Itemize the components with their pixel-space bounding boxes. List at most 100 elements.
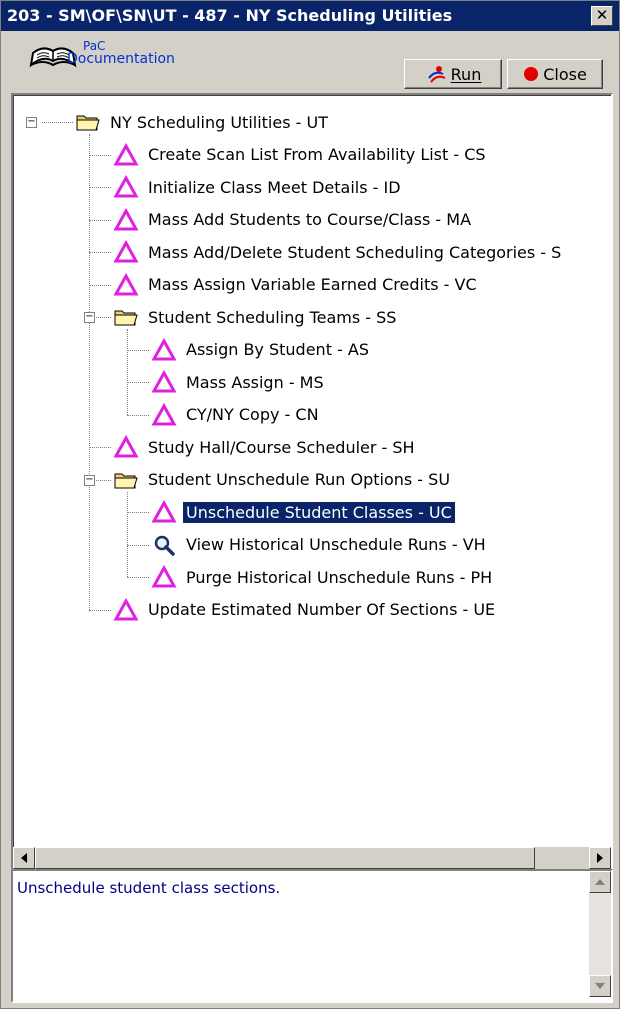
tree-item-label: Mass Assign Variable Earned Credits - VC: [148, 275, 477, 294]
magnifier-icon: [154, 535, 175, 556]
vertical-scrollbar[interactable]: [589, 871, 611, 997]
triangle-icon: [151, 500, 177, 523]
tree-connector-h: [89, 447, 111, 448]
tree-connector-h: [89, 154, 111, 156]
arrow-up-icon: [595, 879, 605, 885]
tree-connector-h: [89, 219, 111, 221]
tree-folder[interactable]: Student Scheduling Teams - SS: [113, 302, 399, 332]
tree-connector-v: [127, 491, 128, 577]
tree-connector-h: [127, 544, 149, 546]
toolbar: PaC Documentation Run Close: [1, 31, 619, 91]
tree-item-label: Purge Historical Unschedule Runs - PH: [186, 567, 493, 587]
scroll-left-button[interactable]: [13, 847, 35, 869]
tree-icon-slot: [113, 305, 139, 329]
tree-item[interactable]: Update Estimated Number Of Sections - UE: [113, 595, 498, 625]
description-panel: Unschedule student class sections.: [11, 869, 613, 1003]
tree-icon-slot: [151, 370, 177, 394]
scroll-down-button[interactable]: [589, 975, 611, 997]
tree-item-label: Mass Assign - MS: [186, 372, 324, 392]
tree-connector-h: [127, 382, 149, 383]
tree-connector-h: [89, 252, 111, 253]
collapse-toggle[interactable]: −: [26, 117, 37, 128]
tree-item-label: Initialize Class Meet Details - ID: [148, 177, 401, 197]
tree-item-label: Unschedule Student Classes - UC: [182, 500, 456, 524]
tree-icon-slot: [113, 142, 139, 167]
scroll-up-button[interactable]: [589, 871, 611, 893]
tree-item-label: Student Unschedule Run Options - SU: [148, 470, 451, 489]
pac-documentation-link[interactable]: PaC Documentation: [29, 37, 219, 73]
tree-icon-slot: [113, 272, 139, 297]
tree-item[interactable]: Purge Historical Unschedule Runs - PH: [151, 562, 495, 592]
tree-folder[interactable]: Student Unschedule Run Options - SU: [113, 465, 453, 495]
description-text: Unschedule student class sections.: [17, 879, 281, 897]
record-icon: [524, 67, 539, 81]
tree-item[interactable]: CY/NY Copy - CN: [151, 400, 322, 430]
scroll-right-button[interactable]: [589, 847, 611, 869]
scroll-thumb[interactable]: [35, 847, 535, 869]
tree-icon-slot: [113, 207, 139, 232]
tree-icon-slot: [113, 468, 139, 492]
tree-icon-slot: [75, 110, 101, 134]
collapse-toggle[interactable]: −: [84, 312, 95, 323]
tree-icon-slot: [151, 337, 177, 362]
triangle-icon: [151, 337, 177, 360]
tree-item[interactable]: Study Hall/Course Scheduler - SH: [113, 432, 418, 462]
tree-folder[interactable]: NY Scheduling Utilities - UT: [75, 107, 331, 137]
title-bar[interactable]: 203 - SM\OF\SN\UT - 487 - NY Scheduling …: [1, 1, 619, 31]
folder-icon: [76, 115, 100, 131]
tree-item[interactable]: Mass Assign Variable Earned Credits - VC: [113, 270, 480, 300]
tree-item-label: Assign By Student - AS: [186, 340, 370, 359]
tree-item[interactable]: Unschedule Student Classes - UC: [151, 497, 456, 527]
close-button-label: Close: [543, 64, 587, 84]
run-button-label: Run: [450, 64, 482, 84]
folder-icon: [114, 310, 138, 326]
tree-item-label: Student Scheduling Teams - SS: [148, 307, 397, 327]
window-close-button[interactable]: ✕: [591, 6, 613, 26]
tree-item[interactable]: Assign By Student - AS: [151, 335, 372, 365]
tree-item-label: Study Hall/Course Scheduler - SH: [148, 437, 415, 457]
tree-icon-slot: [113, 240, 139, 264]
triangle-icon: [113, 272, 139, 295]
run-button[interactable]: Run: [404, 59, 502, 89]
tree-connector-h: [127, 414, 149, 416]
collapse-toggle[interactable]: −: [84, 474, 95, 486]
tree-item[interactable]: Initialize Class Meet Details - ID: [113, 172, 404, 202]
tree-connector-h: [89, 609, 111, 611]
triangle-icon: [151, 370, 177, 393]
horizontal-scrollbar[interactable]: [13, 847, 611, 869]
tree-item[interactable]: Mass Add Students to Course/Class - MA: [113, 205, 474, 235]
tree-icon-slot: [151, 565, 177, 589]
tree-item[interactable]: Create Scan List From Availability List …: [113, 140, 489, 170]
triangle-icon: [151, 565, 177, 588]
menu-tree[interactable]: − NY Scheduling Utilities - UT Create Scan…: [13, 95, 611, 845]
close-button[interactable]: Close: [507, 59, 603, 89]
tree-connector-h: [89, 187, 111, 188]
menu-tree-panel[interactable]: − NY Scheduling Utilities - UT Create Scan…: [11, 93, 613, 871]
tree-item-label: Mass Add Students to Course/Class - MA: [148, 210, 472, 229]
tree-icon-slot: [151, 402, 177, 427]
tree-item-label: Update Estimated Number Of Sections - UE: [148, 600, 496, 619]
folder-icon: [114, 473, 138, 488]
tree-item-label: View Historical Unschedule Runs - VH: [186, 535, 486, 554]
triangle-icon: [113, 207, 139, 230]
tree-item-label: CY/NY Copy - CN: [186, 405, 319, 424]
arrow-left-icon: [21, 853, 27, 863]
tree-item-label: Create Scan List From Availability List …: [148, 145, 486, 164]
tree-item[interactable]: Mass Add/Delete Student Scheduling Categ…: [113, 237, 564, 267]
documentation-label: Documentation: [67, 51, 175, 67]
tree-icon-slot: [113, 435, 139, 459]
tree-icon-slot: [151, 500, 177, 524]
tree-icon-slot: [113, 175, 139, 199]
arrow-right-icon: [597, 853, 603, 863]
window-title: 203 - SM\OF\SN\UT - 487 - NY Scheduling …: [7, 6, 453, 25]
main-window: 203 - SM\OF\SN\UT - 487 - NY Scheduling …: [0, 0, 620, 1009]
tree-connector-h: [42, 122, 73, 123]
tree-item[interactable]: Mass Assign - MS: [151, 367, 327, 397]
tree-item[interactable]: View Historical Unschedule Runs - VH: [151, 530, 489, 560]
tree-connector-h: [89, 284, 111, 286]
run-icon: [427, 66, 446, 83]
arrow-down-icon: [595, 983, 605, 989]
tree-connector-h: [127, 512, 149, 513]
triangle-icon: [113, 142, 139, 165]
tree-item-label: NY Scheduling Utilities - UT: [110, 112, 328, 132]
